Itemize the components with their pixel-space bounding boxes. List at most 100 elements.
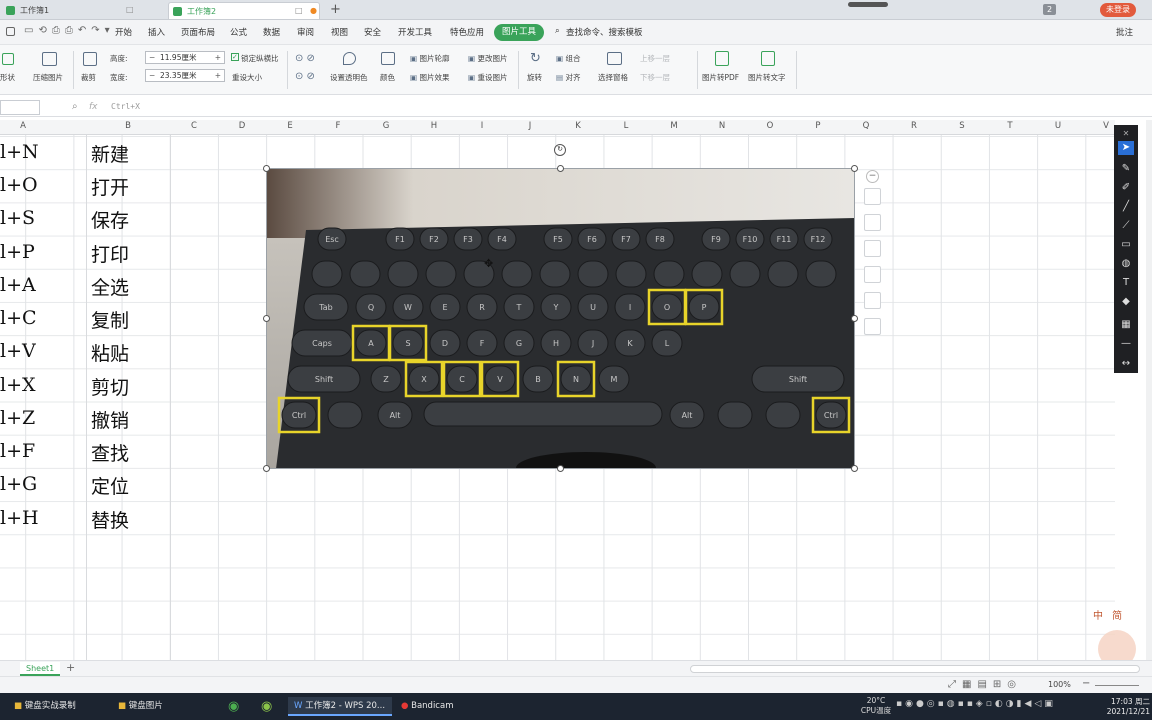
taskbar-folder-recording[interactable]: ■ 键盘实战录制 [14,697,76,716]
taskbar-wps[interactable]: W 工作簿2 - WPS 20... [288,697,392,716]
cell-b1[interactable]: 新建 [91,140,129,167]
send-backward-button[interactable]: 下移一层 [640,72,670,83]
sheet-tab-sheet1[interactable]: Sheet1 [20,662,61,676]
select-pane-icon[interactable] [607,52,622,65]
cell-b7[interactable]: 粘贴 [91,339,129,366]
resize-handle-w[interactable] [263,315,270,322]
pen-icon[interactable]: ✎ [1118,162,1134,176]
to-pdf-button[interactable]: 图片转PDF [702,72,739,83]
column-header-l[interactable]: L [602,121,650,131]
contrast-icon[interactable]: ⊙ ⊘ [295,53,315,64]
column-header-h[interactable]: H [410,121,458,131]
resize-handle-ne[interactable] [851,165,858,172]
cell-a11[interactable]: l+G [0,473,37,495]
cell-a12[interactable]: l+H [0,507,39,529]
close-icon[interactable]: □ [126,6,134,14]
tray-icons[interactable]: ▪◉●◎▪◍▪▪◈▫◐◑▮◀◁▣ [896,699,1056,709]
crop-icon[interactable] [83,52,97,66]
cell-a1[interactable]: l+N [0,141,39,163]
cell-b11[interactable]: 定位 [91,472,129,499]
menu-review[interactable]: 审阅 [297,26,314,38]
brightness-icon[interactable]: ⊙ ⊘ [295,71,315,82]
column-header-o[interactable]: O [746,121,794,131]
monitor-icon[interactable]: □ [295,7,303,15]
menu-data[interactable]: 数据 [263,26,280,38]
crop-button[interactable]: 裁剪 [81,72,96,83]
cell-b4[interactable]: 打印 [91,240,129,267]
height-stepper[interactable]: −11.95厘米 + [145,51,225,64]
comment-button[interactable]: 批注 [1116,26,1133,38]
tab-workbook2[interactable]: 工作簿2 □ ● [168,2,320,19]
menu-special[interactable]: 特色应用 [450,26,484,38]
reset-size-button[interactable]: 重设大小 [232,72,262,83]
cell-a8[interactable]: l+X [0,374,36,396]
clock[interactable]: 17:03 周二 2021/12/21 [1104,696,1150,716]
change-picture-button[interactable]: ▣ 更改图片 [468,53,507,64]
zoom-slider[interactable] [1095,685,1139,686]
cell-a3[interactable]: l+S [0,207,35,229]
cell-b8[interactable]: 剪切 [91,373,129,400]
menu-icon[interactable] [6,27,15,36]
resize-handle-s[interactable] [557,465,564,472]
zoom-image-icon[interactable] [864,188,881,205]
menu-formula[interactable]: 公式 [230,26,247,38]
select-pane-button[interactable]: 选择窗格 [598,72,628,83]
column-header-q[interactable]: Q [842,121,890,131]
cell-a10[interactable]: l+F [0,440,35,462]
column-header-i[interactable]: I [458,121,506,131]
tab-workbook1[interactable]: 工作簿1 □ [2,2,142,19]
pointer-icon[interactable]: ➤ [1118,141,1134,155]
cell-a9[interactable]: l+Z [0,407,35,429]
outline-button[interactable]: ▣ 图片轮廓 [410,53,449,64]
column-header-r[interactable]: R [890,121,938,131]
menu-view[interactable]: 视图 [331,26,348,38]
add-sheet-button[interactable]: + [66,661,75,674]
taskbar-folder-images[interactable]: ■ 键盘图片 [118,697,163,716]
column-header-k[interactable]: K [554,121,602,131]
login-button[interactable]: 未登录 [1100,3,1136,17]
browser-icon[interactable]: ◉ [261,697,272,716]
line-icon[interactable]: ╱ [1118,200,1134,214]
quick-access-icons[interactable]: ▭⟲⎙⎙↶↷▾ [24,25,115,36]
chrome-icon[interactable]: ◉ [228,697,239,716]
resize-handle-nw[interactable] [263,165,270,172]
align-button[interactable]: ▤ 对齐 [556,72,580,83]
cell-b9[interactable]: 撤销 [91,406,129,433]
cell-a6[interactable]: l+C [0,307,37,329]
to-text-button[interactable]: 图片转文字 [748,72,786,83]
mosaic-icon[interactable]: ▦ [1118,318,1134,332]
compress-button[interactable]: 压缩图片 [33,72,63,83]
column-header-f[interactable]: F [314,121,362,131]
set-transparent-button[interactable]: 设置透明色 [330,72,368,83]
menu-picture-tools[interactable]: 图片工具 [494,24,545,41]
menu-home[interactable]: 开始 [115,26,132,38]
column-header-e[interactable]: E [266,121,314,131]
column-header-a[interactable]: A [0,121,46,131]
cell-b3[interactable]: 保存 [91,206,129,233]
lock-ratio-checkbox[interactable]: ✓ [231,53,239,61]
formula-input[interactable]: Ctrl+X [111,102,140,111]
menu-developer[interactable]: 开发工具 [398,26,432,38]
rotate-handle-icon[interactable]: ↻ [554,144,566,156]
column-header-c[interactable]: C [170,121,218,131]
width-stepper[interactable]: −23.35厘米 + [145,69,225,82]
resize-handle-n[interactable] [557,165,564,172]
rectangle-icon[interactable]: ▭ [1118,238,1134,252]
cell-b6[interactable]: 复制 [91,306,129,333]
resize-handle-se[interactable] [851,465,858,472]
cell-b5[interactable]: 全选 [91,273,129,300]
weather-widget[interactable]: 20°C CPU温度 [858,696,894,716]
color-button[interactable]: 颜色 [380,72,395,83]
layer-image-icon[interactable] [864,292,881,309]
pdf-icon[interactable] [715,51,729,66]
view-mode-icons[interactable]: ⤢▦▤⊞◎ [948,679,1022,690]
cell-a4[interactable]: l+P [0,241,35,263]
shape-icon[interactable] [2,53,14,65]
color-icon[interactable] [381,52,395,65]
zoom-out-button[interactable]: − [1082,678,1090,689]
column-header-b[interactable]: B [86,121,170,131]
cell-b10[interactable]: 查找 [91,439,129,466]
fx-icon[interactable]: fx [89,102,98,112]
zoom-icon[interactable]: ⌕ [72,101,78,112]
zoom-level[interactable]: 100% [1048,680,1071,689]
